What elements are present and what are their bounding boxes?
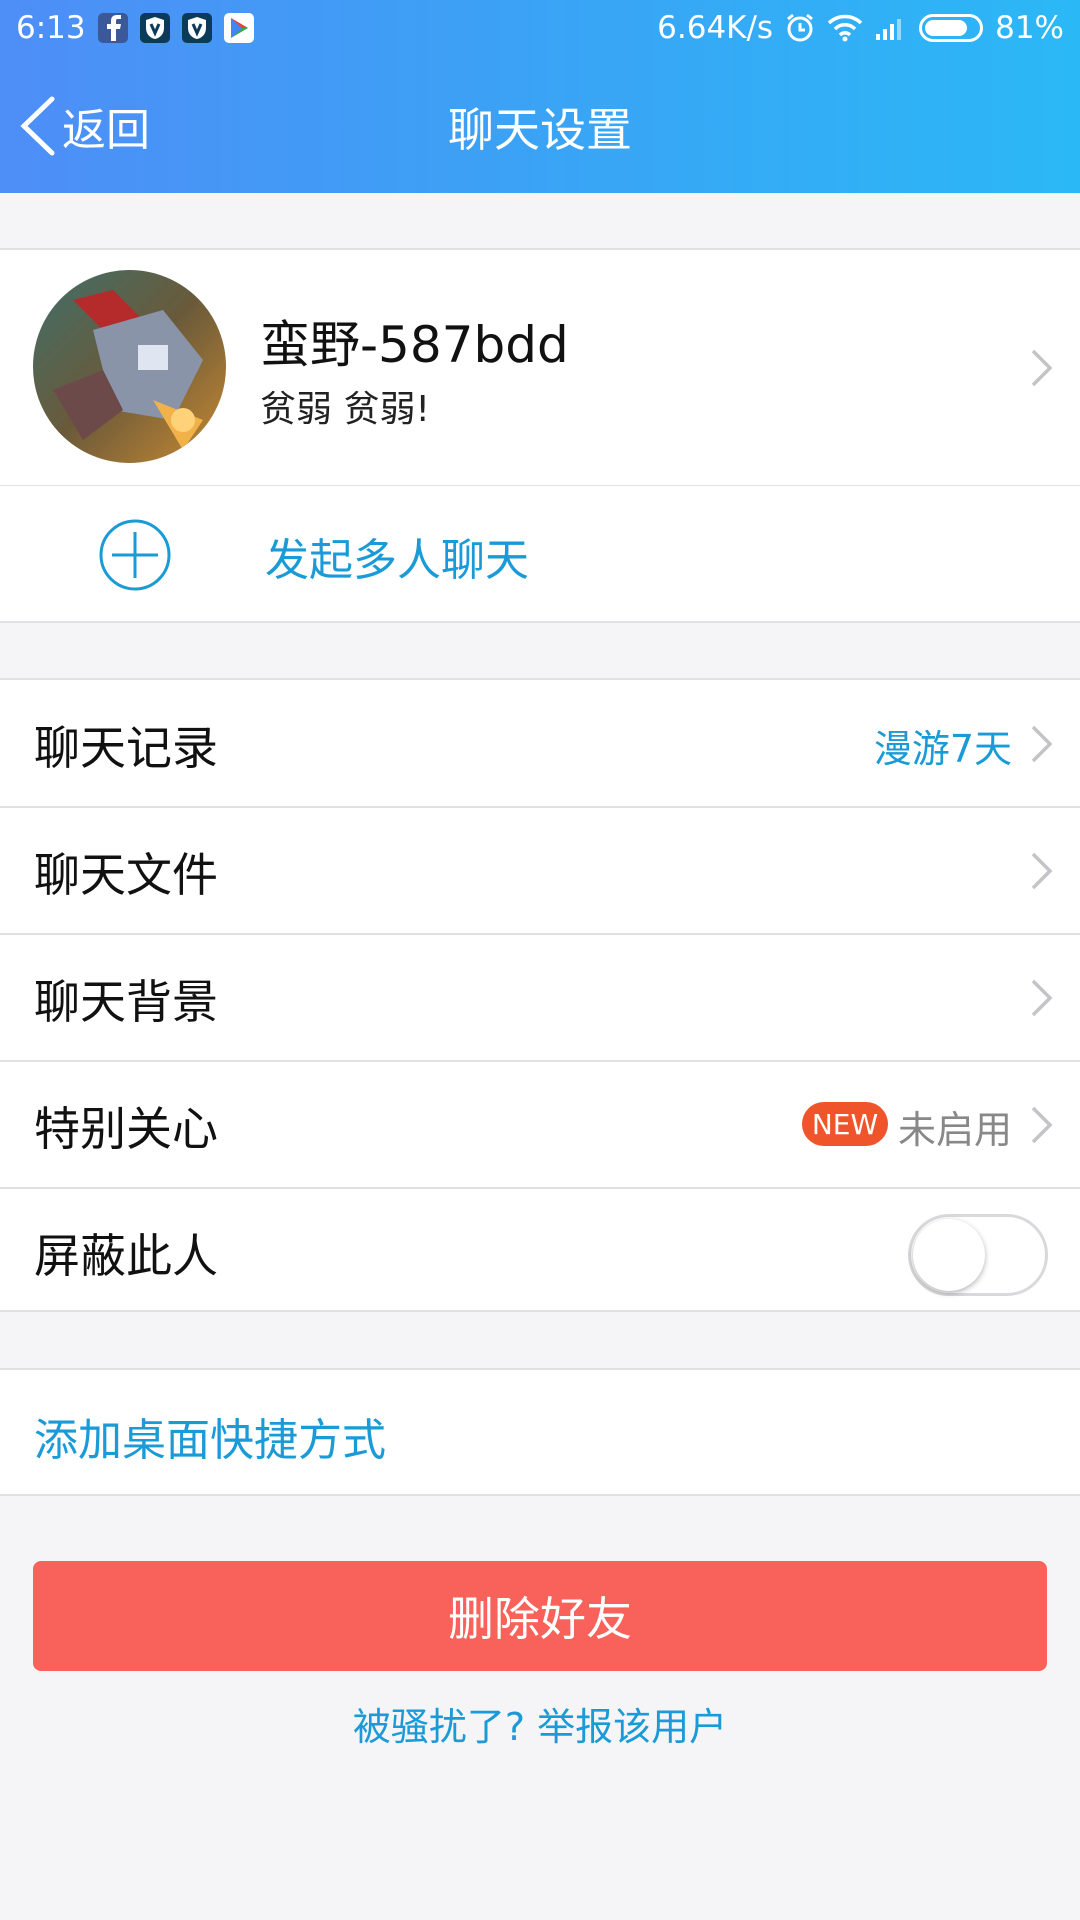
block-user-row: 屏蔽此人 xyxy=(0,1188,1080,1315)
row-label: 聊天背景 xyxy=(34,975,218,1029)
facebook-icon xyxy=(97,13,128,43)
profile-signature: 贫弱 贫弱! xyxy=(260,389,430,430)
shield-app-icon xyxy=(181,13,212,43)
row-label: 屏蔽此人 xyxy=(34,1229,218,1283)
play-store-icon xyxy=(223,13,254,43)
roaming-value: 漫游7天 xyxy=(873,727,1012,771)
chat-background-row[interactable]: 聊天背景 xyxy=(0,934,1080,1061)
chevron-right-icon xyxy=(1031,725,1053,763)
row-label: 聊天记录 xyxy=(34,721,218,775)
special-care-row[interactable]: 特别关心 NEW 未启用 xyxy=(0,1061,1080,1188)
block-user-toggle[interactable] xyxy=(908,1214,1048,1296)
profile-name: 蛮野-587bdd xyxy=(260,316,569,374)
settings-list: 聊天记录 漫游7天 聊天文件 聊天背景 特别关心 NEW 未启用 屏蔽此人 xyxy=(0,680,1080,1310)
status-bar-right: 6.64K/s 81% xyxy=(657,10,1064,46)
battery-level xyxy=(925,20,968,36)
clock: 6:13 xyxy=(16,10,86,46)
battery-icon xyxy=(919,14,984,42)
nav-bar: 返回 聊天设置 xyxy=(0,56,1080,193)
signal-icon xyxy=(876,19,902,40)
chevron-right-icon xyxy=(1031,349,1053,387)
report-user-link[interactable]: 被骚扰了? 举报该用户 xyxy=(0,1696,1080,1751)
special-care-status: 未启用 xyxy=(897,1108,1012,1152)
divider xyxy=(0,1494,1080,1496)
avatar[interactable] xyxy=(33,270,226,463)
page-title: 聊天设置 xyxy=(448,103,632,157)
network-speed: 6.64K/s xyxy=(657,10,774,46)
row-label: 特别关心 xyxy=(34,1102,218,1156)
chevron-right-icon xyxy=(1031,979,1053,1017)
alarm-icon xyxy=(787,13,814,42)
shield-app-icon xyxy=(139,13,170,43)
delete-friend-button[interactable]: 删除好友 xyxy=(33,1561,1047,1671)
chat-history-row[interactable]: 聊天记录 漫游7天 xyxy=(0,680,1080,807)
header: 6:13 6.64K/s 81% 返回 聊天设置 xyxy=(0,0,1080,193)
toggle-knob xyxy=(913,1219,985,1291)
divider xyxy=(0,621,1080,623)
add-circle-icon xyxy=(99,519,171,591)
wifi-icon xyxy=(827,14,863,42)
status-bar: 6:13 6.64K/s 81% xyxy=(0,0,1080,56)
start-group-chat-row[interactable]: 发起多人聊天 xyxy=(0,486,1080,621)
battery-percent: 81% xyxy=(995,10,1064,46)
add-shortcut-label: 添加桌面快捷方式 xyxy=(34,1415,386,1466)
new-badge: NEW xyxy=(802,1102,888,1146)
divider xyxy=(0,1310,1080,1312)
chat-files-row[interactable]: 聊天文件 xyxy=(0,807,1080,934)
profile-row[interactable]: 蛮野-587bdd 贫弱 贫弱! xyxy=(0,250,1080,485)
chevron-right-icon xyxy=(1031,852,1053,890)
status-bar-left: 6:13 xyxy=(16,10,254,46)
chevron-right-icon xyxy=(1031,1106,1053,1144)
add-shortcut-row[interactable]: 添加桌面快捷方式 xyxy=(0,1370,1080,1495)
row-label: 聊天文件 xyxy=(34,848,218,902)
start-group-chat-label: 发起多人聊天 xyxy=(265,535,529,586)
